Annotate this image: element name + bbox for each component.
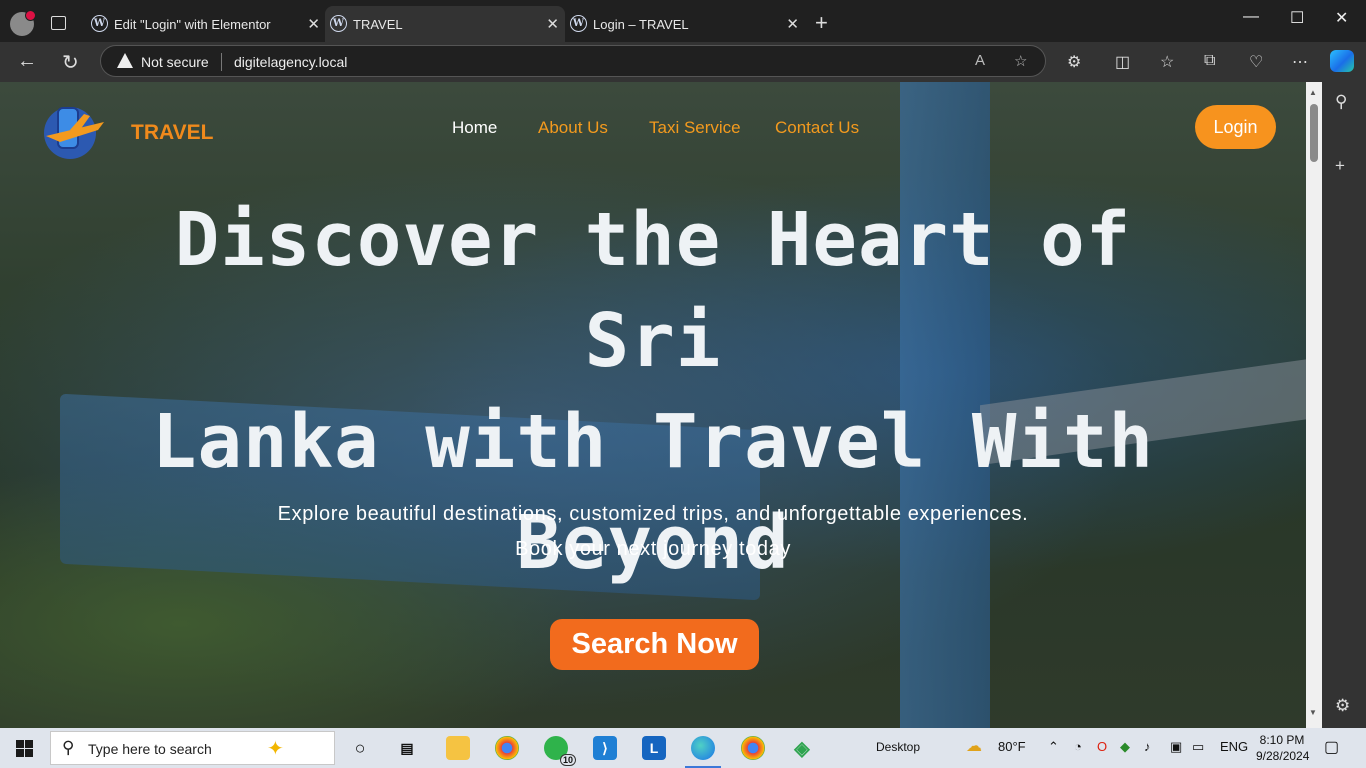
windows-taskbar: ⚲ Type here to search ✦ ○ ▤ 10 ⟩ L ◈ Des… [0, 728, 1366, 768]
hero-heading: Discover the Heart of Sri Lanka with Tra… [150, 190, 1156, 594]
tab-travel[interactable]: W TRAVEL ✕ [325, 6, 565, 42]
hero-section: TRAVEL Home About Us Taxi Service Contac… [0, 82, 1306, 728]
taskbar-search-box[interactable]: ⚲ Type here to search ✦ [50, 731, 335, 765]
favorites-icon[interactable]: ☆ [1160, 52, 1174, 72]
scrollbar-thumb[interactable] [1310, 104, 1318, 162]
wordpress-icon: W [570, 15, 587, 32]
file-explorer-icon[interactable] [446, 736, 470, 760]
address-bar[interactable]: Not secure digitelagency.local A ☆ [100, 45, 1046, 77]
browser-title-bar: W Edit "Login" with Elementor ✕ W TRAVEL… [0, 0, 1366, 44]
minimize-icon[interactable]: — [1243, 8, 1259, 26]
copilot-icon[interactable] [1330, 50, 1354, 72]
chrome-icon[interactable] [495, 736, 519, 760]
notifications-icon[interactable]: ▢ [1324, 737, 1339, 757]
brand-name[interactable]: TRAVEL [131, 121, 213, 145]
tab-login[interactable]: W Login – TRAVEL ✕ [565, 6, 805, 42]
tab-title: Login – TRAVEL [593, 16, 689, 32]
nav-about-us[interactable]: About Us [538, 118, 608, 138]
browser-toolbar: ← ↻ Not secure digitelagency.local A ☆ ⚙… [0, 42, 1366, 82]
profile-avatar[interactable] [10, 10, 36, 36]
favorite-star-icon[interactable]: ☆ [1014, 52, 1027, 70]
hero-line: Lanka with Travel With [151, 399, 1155, 485]
security-label[interactable]: Not secure [141, 54, 209, 70]
nav-home[interactable]: Home [452, 118, 497, 138]
hero-subtitle-2: Book your next journey today [515, 538, 791, 560]
wordpress-icon: W [91, 15, 108, 32]
scroll-down-icon[interactable]: ▼ [1309, 708, 1317, 717]
weather-temp[interactable]: 80°F [998, 739, 1026, 754]
read-aloud-icon[interactable]: A [975, 52, 985, 69]
close-tab-icon[interactable]: ✕ [546, 15, 559, 33]
weather-icon[interactable]: ☁ [966, 736, 982, 756]
search-now-button[interactable]: Search Now [550, 619, 759, 670]
tab-title: Edit "Login" with Elementor [114, 16, 271, 32]
battery-icon[interactable]: ▭ [1192, 739, 1204, 755]
nav-contact-us[interactable]: Contact Us [775, 118, 859, 138]
collections-icon[interactable]: ⧉ [1204, 52, 1215, 70]
sidebar-search-icon[interactable]: ⚲ [1335, 92, 1347, 112]
camera-icon[interactable]: ▣ [1170, 739, 1182, 755]
whatsapp-badge: 10 [559, 754, 576, 766]
system-clock[interactable]: 8:10 PM 9/28/2024 [1256, 732, 1310, 764]
network-icon[interactable]: ◔ [1074, 739, 1082, 754]
widgets-icon[interactable]: ▤ [395, 736, 419, 760]
split-screen-icon[interactable]: ◫ [1115, 52, 1130, 72]
hero-line: Discover the Heart of Sri [174, 197, 1132, 384]
login-button[interactable]: Login [1195, 105, 1276, 149]
whatsapp-icon[interactable]: 10 [544, 736, 576, 766]
divider [221, 53, 222, 71]
wordpress-icon: W [330, 15, 347, 32]
close-tab-icon[interactable]: ✕ [307, 15, 320, 33]
page-scrollbar[interactable]: ▲ ▼ [1306, 82, 1322, 728]
extensions-icon[interactable]: ⚙ [1067, 52, 1081, 72]
sidebar-add-icon[interactable]: + [1335, 156, 1345, 176]
windows-start-icon[interactable] [16, 740, 33, 757]
warning-icon [117, 53, 133, 68]
vscode-icon[interactable]: ⟩ [593, 736, 617, 760]
scroll-up-icon[interactable]: ▲ [1309, 88, 1317, 97]
clock-time: 8:10 PM [1259, 733, 1305, 747]
tab-title: TRAVEL [353, 16, 403, 32]
refresh-icon[interactable]: ↻ [62, 50, 79, 75]
travel-logo-icon[interactable] [40, 100, 108, 162]
taskbar-search-placeholder: Type here to search [88, 741, 212, 757]
tab-elementor[interactable]: W Edit "Login" with Elementor ✕ [86, 6, 326, 42]
close-tab-icon[interactable]: ✕ [786, 15, 799, 33]
more-icon[interactable]: ⋯ [1292, 52, 1308, 72]
new-tab-icon[interactable]: + [815, 10, 828, 36]
maximize-icon[interactable]: ☐ [1290, 8, 1304, 28]
edge-sidebar: ⚲ + ⚙ [1322, 82, 1366, 728]
app-tray-icon[interactable]: ◆ [1120, 739, 1130, 755]
opera-icon[interactable]: O [1097, 739, 1107, 754]
hero-subtitle: Explore beautiful destinations, customiz… [277, 503, 1029, 525]
sidebar-settings-icon[interactable]: ⚙ [1335, 696, 1350, 716]
clock-date: 9/28/2024 [1256, 749, 1310, 763]
desktop-toolbar-label[interactable]: Desktop [876, 740, 920, 754]
back-icon[interactable]: ← [17, 50, 37, 73]
volume-icon[interactable]: ♪ [1144, 739, 1151, 754]
close-window-icon[interactable]: ✕ [1335, 8, 1348, 28]
language-indicator[interactable]: ENG [1220, 739, 1248, 754]
app-diamond-icon[interactable]: ◈ [790, 736, 814, 760]
search-icon: ⚲ [62, 738, 75, 757]
nav-taxi-service[interactable]: Taxi Service [649, 118, 741, 138]
task-view-icon[interactable]: ○ [348, 736, 372, 760]
edge-icon[interactable] [685, 736, 721, 768]
browser-essentials-icon[interactable]: ♡ [1249, 52, 1263, 72]
chrome-profile-icon[interactable] [741, 736, 765, 760]
search-highlight-icon: ✦ [267, 738, 284, 760]
url-text[interactable]: digitelagency.local [234, 54, 347, 70]
local-app-icon[interactable]: L [642, 736, 666, 760]
tab-actions-icon[interactable] [51, 16, 66, 30]
tray-chevron-icon[interactable]: ⌃ [1048, 739, 1059, 755]
